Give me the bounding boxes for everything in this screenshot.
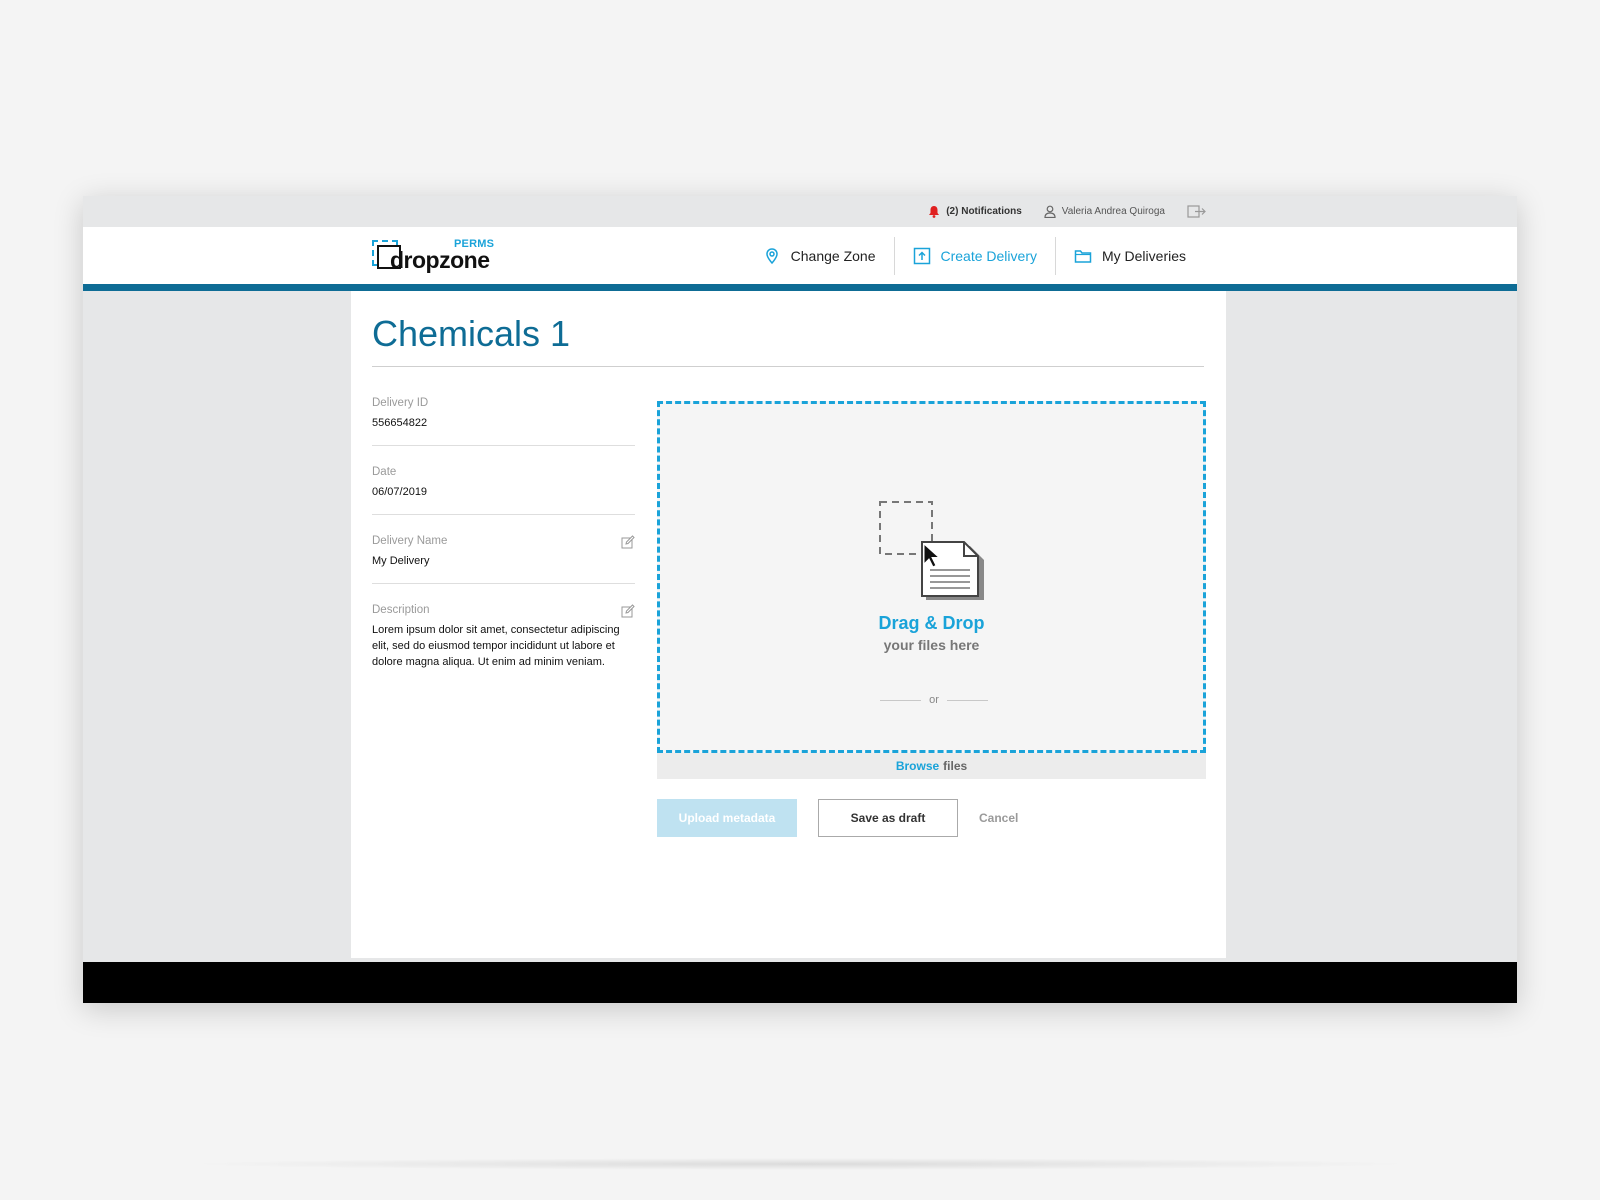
content-card: Chemicals 1 Delivery ID 556654822 Date 0… <box>351 291 1226 958</box>
field-label: Date <box>372 466 397 478</box>
header-accent-bar <box>83 284 1517 291</box>
field-date: Date 06/07/2019 <box>372 466 635 515</box>
nav-my-deliveries[interactable]: My Deliveries <box>1056 237 1204 275</box>
logout-button[interactable] <box>1187 205 1207 218</box>
nav-create-delivery-label: Create Delivery <box>940 247 1037 264</box>
app-window: (2) Notifications Valeria Andrea Quiroga… <box>83 196 1517 1003</box>
or-label: or <box>929 694 939 706</box>
field-value: Lorem ipsum dolor sit amet, consectetur … <box>372 624 620 668</box>
dropzone-subtitle: your files here <box>883 637 980 653</box>
user-icon <box>1044 205 1056 218</box>
field-value: 06/07/2019 <box>372 486 428 498</box>
title-divider <box>372 366 1204 367</box>
form-actions: Upload metadata Save as draft Cancel <box>657 799 1018 837</box>
divider-line <box>880 699 922 701</box>
dropzone-title: Drag & Drop <box>878 613 985 633</box>
logo-wordmark: dropzone <box>390 247 490 273</box>
notifications-label: (2) Notifications <box>946 206 1022 217</box>
main-header: PERMS dropzone Change Zone Create Delive… <box>83 227 1517 291</box>
user-menu[interactable]: Valeria Andrea Quiroga <box>1044 205 1165 218</box>
field-label: Description <box>372 604 430 616</box>
bell-icon <box>929 206 940 218</box>
main-nav: Change Zone Create Delivery My Deliverie… <box>745 227 1204 284</box>
field-label: Delivery Name <box>372 535 448 547</box>
utility-bar: (2) Notifications Valeria Andrea Quiroga <box>83 196 1517 227</box>
file-drop-zone[interactable]: Drag & Drop your files here or <box>657 401 1206 753</box>
nav-change-zone[interactable]: Change Zone <box>745 237 894 275</box>
page-title: Chemicals 1 <box>372 313 571 354</box>
user-name: Valeria Andrea Quiroga <box>1061 206 1165 217</box>
field-delivery-id: Delivery ID 556654822 <box>372 397 635 446</box>
notifications-link[interactable]: (2) Notifications <box>928 205 1022 218</box>
browse-files-label: files <box>943 759 968 773</box>
upload-icon <box>913 247 930 264</box>
page-shadow <box>180 1158 1420 1170</box>
field-description: Description Lorem ipsum dolor sit amet, … <box>372 604 635 684</box>
nav-my-deliveries-label: My Deliveries <box>1101 247 1186 264</box>
folder-icon <box>1074 249 1092 263</box>
edit-icon[interactable] <box>621 604 635 618</box>
field-delivery-name: Delivery Name My Delivery <box>372 535 635 584</box>
location-pin-icon <box>765 247 778 264</box>
delivery-details: Delivery ID 556654822 Date 06/07/2019 De… <box>372 397 635 704</box>
cancel-button[interactable]: Cancel <box>979 799 1018 837</box>
upload-metadata-button[interactable]: Upload metadata <box>657 799 797 837</box>
field-label: Delivery ID <box>372 397 429 409</box>
app-logo[interactable]: PERMS dropzone <box>372 237 502 273</box>
divider-line <box>946 699 988 701</box>
drag-drop-file-icon <box>879 501 984 600</box>
field-value: My Delivery <box>372 555 430 567</box>
nav-create-delivery[interactable]: Create Delivery <box>895 237 1055 275</box>
nav-change-zone-label: Change Zone <box>790 247 876 264</box>
save-draft-button[interactable]: Save as draft <box>818 799 958 837</box>
browse-files-link[interactable]: Browse <box>896 759 939 773</box>
browse-files-bar: Browse files <box>657 753 1206 779</box>
or-divider: or <box>880 694 988 706</box>
footer-bar <box>83 962 1517 1003</box>
logout-icon <box>1187 205 1206 218</box>
field-value: 556654822 <box>372 417 428 429</box>
edit-icon[interactable] <box>621 535 635 549</box>
